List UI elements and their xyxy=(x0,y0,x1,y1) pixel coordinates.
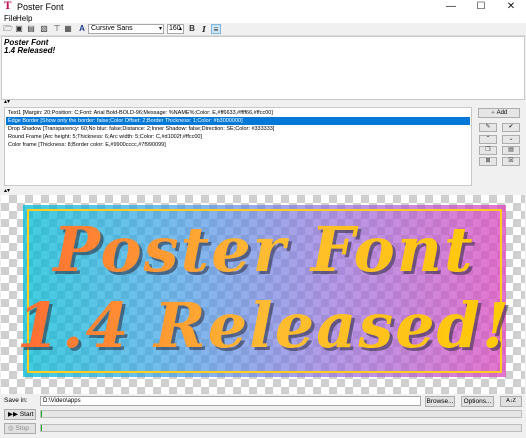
grid-icon[interactable]: ▦ xyxy=(63,24,73,34)
window-title: Poster Font xyxy=(17,2,64,12)
play-icon: ▶▶ xyxy=(8,411,18,418)
clear-button[interactable]: ☒ xyxy=(502,157,520,166)
list-item[interactable]: Text1 [Margin: 20;Position: C;Font: Aria… xyxy=(6,109,470,117)
save-as-icon[interactable]: ▤ xyxy=(26,24,36,34)
start-button[interactable]: ▶▶ Start xyxy=(4,409,36,420)
start-label: Start xyxy=(19,411,34,418)
menu-file[interactable]: File xyxy=(4,14,17,23)
remove-button[interactable]: ⊠ xyxy=(479,157,497,166)
paste-button[interactable]: ▤ xyxy=(502,146,520,155)
align-left-icon[interactable]: ≡ xyxy=(211,24,221,34)
stop-icon: ◎ xyxy=(8,425,14,432)
title-bar: T Poster Font — ☐ ✕ xyxy=(0,0,526,14)
paste-icon: ▤ xyxy=(508,147,514,153)
export-icon[interactable]: ▧ xyxy=(39,24,49,34)
font-select[interactable]: Cursive Sans ▾ xyxy=(88,24,164,34)
browse-button[interactable]: Browse... xyxy=(425,396,455,407)
delete-icon: ⊠ xyxy=(485,158,491,164)
open-folder-icon[interactable]: 🗁 xyxy=(3,24,13,34)
toolbar: 🗁 ▣ ▤ ▧ ⊤ ▦ A Cursive Sans ▾ 160 ▴ B I ≡ xyxy=(0,23,526,36)
list-item[interactable]: Round Frame [Arc height: 5;Thickness: 6;… xyxy=(6,133,470,141)
move-up-button[interactable]: ⌃ xyxy=(479,135,497,144)
stop-label: Stop xyxy=(15,425,29,432)
menu-help[interactable]: Help xyxy=(16,14,32,23)
font-size-select[interactable]: 160 ▴ xyxy=(167,24,184,34)
add-icon: ➕︎ xyxy=(490,110,496,116)
save-icon[interactable]: ▣ xyxy=(14,24,24,34)
stop-progress-fill xyxy=(41,425,42,431)
chevron-down-icon: ▴ xyxy=(178,26,182,32)
list-item[interactable]: Drop Shadow [Transparency: 60;No blur: f… xyxy=(6,125,470,133)
move-down-button[interactable]: ⌄ xyxy=(502,135,520,144)
stop-button[interactable]: ◎ Stop xyxy=(4,423,36,434)
maximize-button[interactable]: ☐ xyxy=(466,0,496,14)
font-app-icon: T xyxy=(4,1,12,12)
edit-icon: ✎ xyxy=(485,124,491,130)
sort-icon[interactable]: A↓Z xyxy=(500,396,522,407)
text-tool-icon[interactable]: ⊤ xyxy=(52,24,62,34)
bold-button[interactable]: B xyxy=(187,24,197,34)
add-label: Add xyxy=(496,110,508,116)
save-path-input[interactable]: D:\Video\apps xyxy=(40,396,421,406)
save-in-label: Save in: xyxy=(4,397,28,404)
edit-frame-button[interactable]: ✎ xyxy=(479,123,497,132)
poster-text-line: 1.4 Released! xyxy=(1,295,525,357)
duplicate-frame-button[interactable]: ✔ xyxy=(502,123,520,132)
clear-icon: ☒ xyxy=(508,158,514,164)
start-progress-bar xyxy=(40,410,522,418)
poster-text-line: Poster Font xyxy=(1,219,525,281)
check-icon: ✔ xyxy=(508,124,514,130)
menu-bar: File Help xyxy=(0,14,526,23)
italic-button[interactable]: I xyxy=(199,24,209,34)
minimize-button[interactable]: — xyxy=(436,0,466,14)
list-item[interactable]: Color frame [Thickness: 8;Border color: … xyxy=(6,141,470,149)
copy-button[interactable]: ❐ xyxy=(479,146,497,155)
chevron-down-icon: ▾ xyxy=(158,26,162,32)
add-frame-button[interactable]: ➕︎ Add xyxy=(478,108,520,118)
font-select-value: Cursive Sans xyxy=(91,25,133,32)
splitter-arrow-icon[interactable]: ▴▾ xyxy=(4,188,10,194)
stop-progress-bar xyxy=(40,424,522,432)
start-progress-fill xyxy=(41,411,42,417)
close-button[interactable]: ✕ xyxy=(496,0,526,14)
editor-line: 1.4 Released! xyxy=(4,46,56,55)
frame-list[interactable]: Text1 [Margin: 20;Position: C;Font: Aria… xyxy=(4,107,472,186)
message-editor[interactable]: Poster Font 1.4 Released! xyxy=(1,36,525,100)
font-icon[interactable]: A xyxy=(77,24,87,34)
list-item-selected[interactable]: Edge Border [Show only the border: false… xyxy=(6,117,470,125)
chevron-up-icon: ⌃ xyxy=(485,136,491,142)
copy-icon: ❐ xyxy=(485,147,491,153)
chevron-down-icon: ⌄ xyxy=(508,136,514,142)
splitter-arrow-icon[interactable]: ▴▾ xyxy=(4,99,10,105)
poster-preview: Poster Font Poster Font 1.4 Released! 1.… xyxy=(1,195,525,394)
options-button[interactable]: Options... xyxy=(461,396,494,407)
